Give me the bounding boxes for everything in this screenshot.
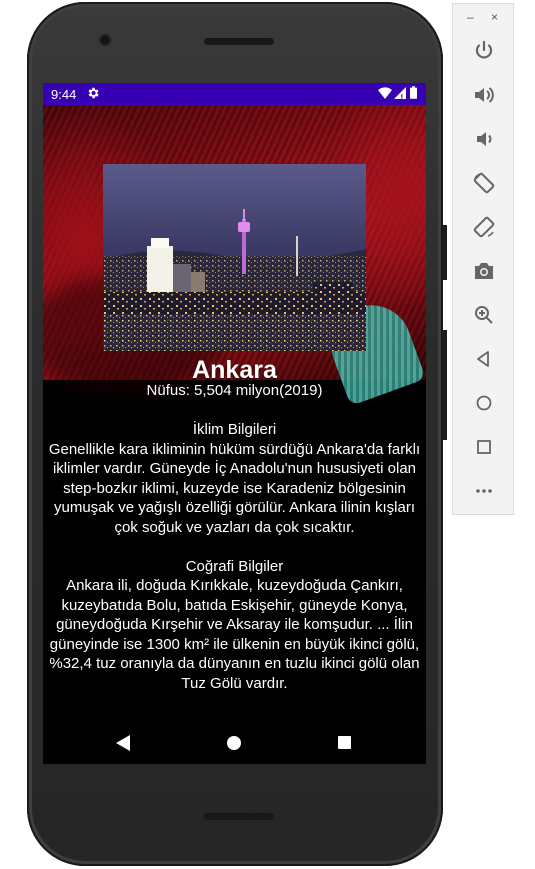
- rotate-right-icon[interactable]: [472, 215, 496, 239]
- flag-background-image: Ankara: [43, 105, 426, 406]
- navigation-bar: [43, 725, 426, 764]
- minimize-button[interactable]: –: [467, 10, 474, 24]
- status-time: 9:44: [51, 87, 77, 102]
- geography-heading: Coğrafi Bilgiler: [185, 557, 284, 575]
- ankara-night-skyline-image: [103, 164, 366, 351]
- emulator-toolbar: – ×: [452, 3, 514, 515]
- close-button[interactable]: ×: [491, 10, 498, 24]
- power-side-button: [443, 225, 447, 280]
- back-icon[interactable]: [472, 347, 496, 371]
- overview-icon[interactable]: [472, 435, 496, 459]
- more-icon[interactable]: [472, 479, 496, 503]
- home-icon[interactable]: [472, 391, 496, 415]
- battery-icon: [410, 86, 417, 99]
- front-camera: [100, 35, 110, 45]
- power-icon[interactable]: [472, 39, 496, 63]
- settings-icon: [88, 87, 99, 99]
- climate-text: Genellikle kara ikliminin hüküm sürdüğü …: [48, 440, 421, 536]
- back-icon[interactable]: [116, 735, 130, 751]
- city-photo: [103, 164, 366, 351]
- volume-down-icon[interactable]: [472, 127, 496, 151]
- earpiece-speaker: [204, 38, 274, 45]
- status-bar: 9:44: [43, 83, 426, 105]
- volume-up-icon[interactable]: [472, 83, 496, 107]
- wifi-icon: [378, 87, 392, 99]
- population-text: Nüfus: 5,504 milyon(2019): [146, 382, 323, 399]
- bottom-speaker: [204, 813, 274, 820]
- device-screen: 9:44 Ankara Nüfus: 5,504 milyon(2019) İk…: [43, 83, 426, 764]
- volume-side-button: [443, 330, 447, 440]
- city-info-content: Nüfus: 5,504 milyon(2019) İklim Bilgiler…: [43, 381, 426, 693]
- geography-text: Ankara ili, doğuda Kırıkkale, kuzeydoğud…: [49, 577, 420, 692]
- signal-icon: [394, 87, 406, 99]
- climate-heading: İklim Bilgileri: [192, 421, 277, 438]
- rotate-left-icon[interactable]: [472, 171, 496, 195]
- zoom-icon[interactable]: [472, 303, 496, 327]
- home-icon[interactable]: [227, 736, 241, 750]
- camera-icon[interactable]: [472, 259, 496, 283]
- recents-icon[interactable]: [338, 736, 351, 749]
